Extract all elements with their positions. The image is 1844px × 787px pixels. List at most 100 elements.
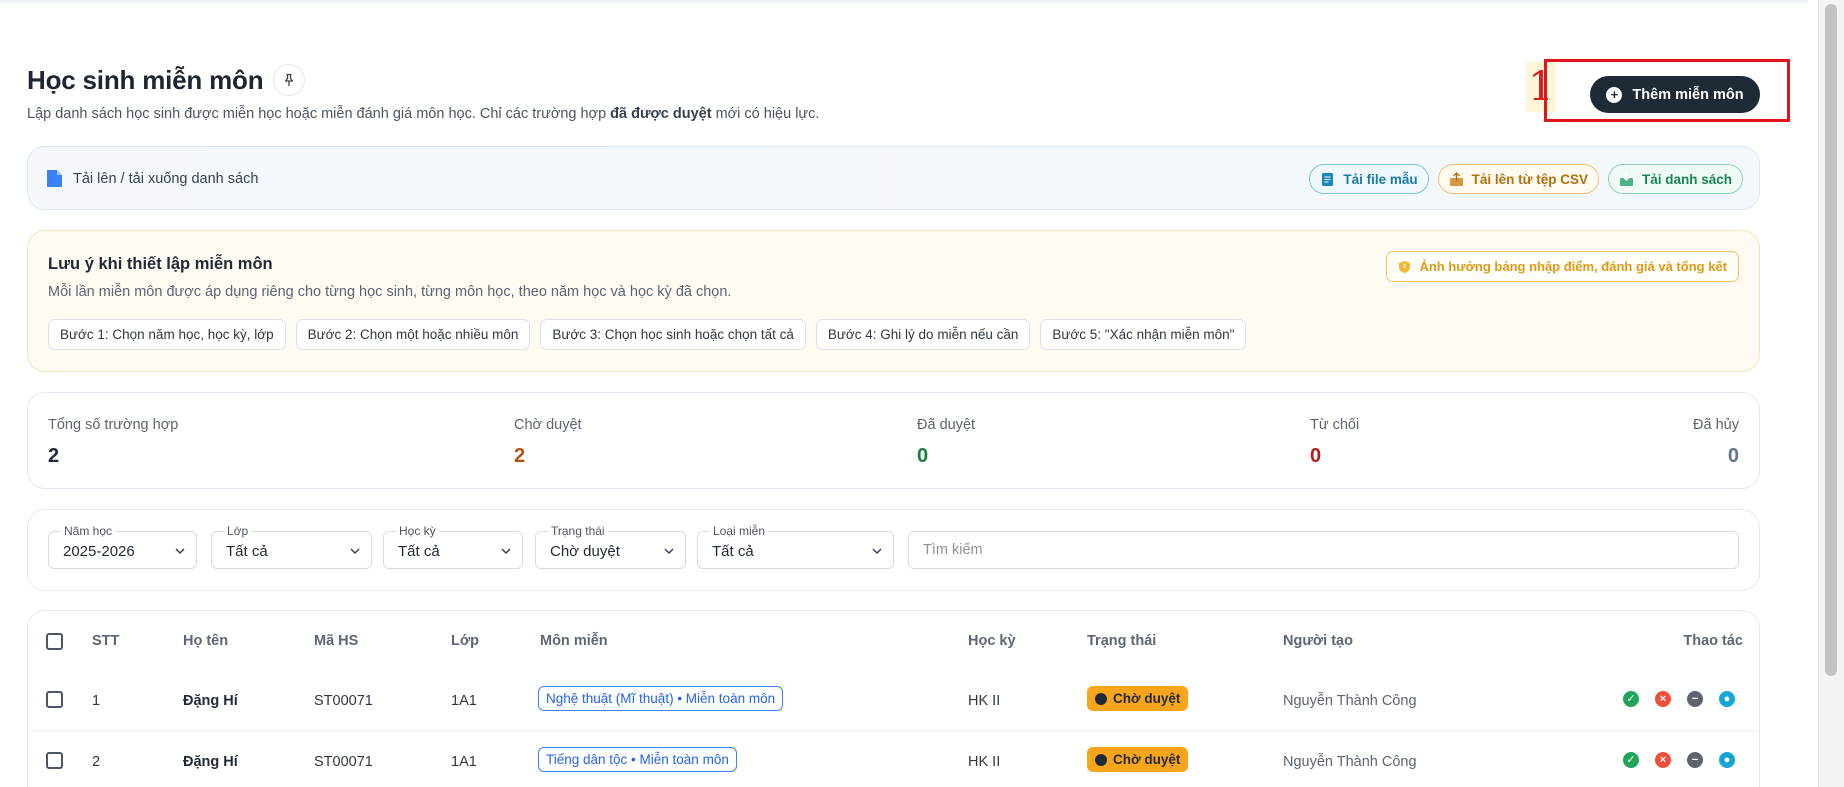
stat-total: Tổng số trường hợp 2	[48, 417, 178, 468]
row-checkbox[interactable]	[46, 691, 63, 708]
col-header-student-code: Mã HS	[314, 633, 359, 649]
subtitle-text-end: mới có hiệu lực.	[711, 106, 820, 122]
col-header-creator: Người tạo	[1283, 633, 1353, 649]
stat-approved-value: 0	[917, 445, 929, 467]
row-actions: ✓ × − ●	[1623, 752, 1735, 768]
subtitle-text: Lập danh sách học sinh được miễn học hoặ…	[27, 106, 611, 122]
class-select[interactable]: Lớp Tất cả	[211, 524, 372, 569]
status-label: Trạng thái	[548, 524, 608, 538]
add-exemption-button[interactable]: + Thêm miễn môn	[1590, 76, 1760, 113]
subject-tag: Nghệ thuật (Mĩ thuật) • Miễn toàn môn	[538, 686, 784, 711]
stat-pending-label: Chờ duyệt	[514, 417, 582, 433]
cancel-icon[interactable]: −	[1687, 691, 1703, 707]
col-header-class: Lớp	[451, 633, 480, 649]
stat-cancelled-value: 0	[1727, 445, 1739, 467]
cell-creator: Nguyễn Thành Công	[1283, 693, 1417, 709]
upload-download-panel: Tải lên / tải xuống danh sách Tải file m…	[27, 146, 1760, 210]
stat-rejected: Từ chối 0	[1310, 417, 1359, 468]
approve-icon[interactable]: ✓	[1623, 691, 1639, 707]
setup-steps: Bước 1: Chọn năm học, học kỳ, lớp Bước 2…	[48, 319, 1247, 350]
table-row: 1 Đặng Hí ST00071 1A1 Nghệ thuật (Mĩ thu…	[28, 671, 1759, 731]
row-checkbox[interactable]	[46, 752, 63, 769]
class-value: Tất cả	[226, 543, 268, 560]
stat-rejected-label: Từ chối	[1310, 417, 1360, 433]
cell-class: 1A1	[451, 693, 477, 709]
status-badge-label: Chờ duyệt	[1113, 752, 1181, 767]
step-1: Bước 1: Chọn năm học, học kỳ, lớp	[48, 319, 286, 350]
scrollbar-track[interactable]	[1818, 0, 1844, 787]
status-value: Chờ duyệt	[550, 543, 620, 560]
semester-value: Tất cả	[398, 543, 440, 560]
download-template-label: Tải file mẫu	[1343, 171, 1418, 187]
reject-icon[interactable]: ×	[1655, 691, 1671, 707]
statistics-panel: Tổng số trường hợp 2 Chờ duyệt 2 Đã duyệ…	[27, 392, 1760, 489]
select-all-checkbox[interactable]	[46, 633, 63, 650]
exemption-type-value: Tất cả	[712, 543, 754, 560]
page-header: Học sinh miễn môn	[27, 64, 306, 96]
shield-icon	[1399, 260, 1411, 273]
download-box-icon	[1619, 172, 1633, 186]
status-select[interactable]: Trạng thái Chờ duyệt	[535, 524, 686, 569]
school-year-label: Năm học	[61, 524, 116, 538]
pin-icon	[285, 73, 294, 86]
cell-student-code: ST00071	[314, 693, 373, 709]
view-icon[interactable]: ●	[1719, 691, 1735, 707]
stat-cancelled: Đã hủy 0	[1693, 417, 1739, 468]
col-header-name: Họ tên	[183, 633, 229, 649]
stat-approved: Đã duyệt 0	[917, 417, 975, 468]
col-header-stt: STT	[92, 633, 120, 649]
download-template-button[interactable]: Tải file mẫu	[1309, 164, 1429, 194]
top-edge	[0, 0, 1808, 4]
stat-rejected-value: 0	[1310, 445, 1322, 467]
step-2: Bước 2: Chọn một hoặc nhiều môn	[295, 319, 531, 350]
subtitle-emphasis: đã được duyệt	[610, 106, 712, 122]
status-badge: Chờ duyệt	[1087, 747, 1189, 772]
notes-description: Mỗi lần miễn môn được áp dụng riêng cho …	[48, 284, 732, 300]
semester-label: Học kỳ	[396, 524, 439, 538]
upload-panel-heading: Tải lên / tải xuống danh sách	[46, 169, 258, 188]
exemption-table: STT Họ tên Mã HS Lớp Môn miễn Học kỳ Trạ…	[27, 610, 1760, 787]
clock-icon	[1095, 753, 1107, 766]
step-3: Bước 3: Chọn học sinh hoặc chọn tất cả	[540, 319, 806, 350]
upload-csv-button[interactable]: Tải lên từ tệp CSV	[1437, 164, 1599, 194]
cancel-icon[interactable]: −	[1687, 752, 1703, 768]
page-subtitle: Lập danh sách học sinh được miễn học hoặ…	[27, 106, 819, 122]
chevron-down-icon	[501, 548, 511, 555]
school-year-value: 2025-2026	[63, 543, 135, 560]
subject-tag: Tiếng dân tộc • Miễn toàn môn	[538, 747, 737, 772]
upload-panel-label: Tải lên / tải xuống danh sách	[73, 170, 259, 187]
col-header-subject: Môn miễn	[540, 633, 608, 649]
cell-semester: HK II	[968, 754, 1001, 770]
exemption-type-label: Loại miễn	[710, 524, 769, 538]
cell-stt: 2	[92, 754, 101, 770]
semester-select[interactable]: Học kỳ Tất cả	[383, 524, 523, 569]
download-list-button[interactable]: Tải danh sách	[1607, 164, 1743, 194]
chevron-down-icon	[664, 548, 674, 555]
cell-student-code: ST00071	[314, 754, 373, 770]
reject-icon[interactable]: ×	[1655, 752, 1671, 768]
step-5: Bước 5: "Xác nhận miễn môn"	[1040, 319, 1247, 350]
school-year-select[interactable]: Năm học 2025-2026	[48, 524, 197, 569]
exemption-type-select[interactable]: Loại miễn Tất cả	[697, 524, 894, 569]
stat-total-label: Tổng số trường hợp	[48, 417, 179, 433]
file-icon	[1322, 172, 1334, 186]
status-badge-label: Chờ duyệt	[1113, 691, 1181, 706]
cell-name: Đặng Hí	[183, 693, 238, 709]
table-row: 2 Đặng Hí ST00071 1A1 Tiếng dân tộc • Mi…	[28, 731, 1759, 787]
clock-icon	[1095, 692, 1107, 705]
pin-button[interactable]	[273, 64, 306, 96]
stat-cancelled-label: Đã hủy	[1693, 417, 1739, 433]
search-input[interactable]	[908, 531, 1739, 569]
view-icon[interactable]: ●	[1719, 752, 1735, 768]
cell-name: Đặng Hí	[183, 754, 238, 770]
cell-stt: 1	[92, 693, 101, 709]
col-header-semester: Học kỳ	[968, 633, 1016, 649]
stat-approved-label: Đã duyệt	[917, 417, 976, 433]
stat-total-value: 2	[48, 445, 60, 467]
setup-notes-panel: Lưu ý khi thiết lập miễn môn Mỗi lần miễ…	[27, 230, 1760, 372]
page-title: Học sinh miễn môn	[27, 64, 264, 95]
impact-warning-label: Ảnh hưởng bảng nhập điểm, đánh giá và tổ…	[1419, 259, 1727, 274]
approve-icon[interactable]: ✓	[1623, 752, 1639, 768]
col-header-status: Trạng thái	[1087, 633, 1157, 649]
scrollbar-thumb[interactable]	[1825, 4, 1837, 676]
